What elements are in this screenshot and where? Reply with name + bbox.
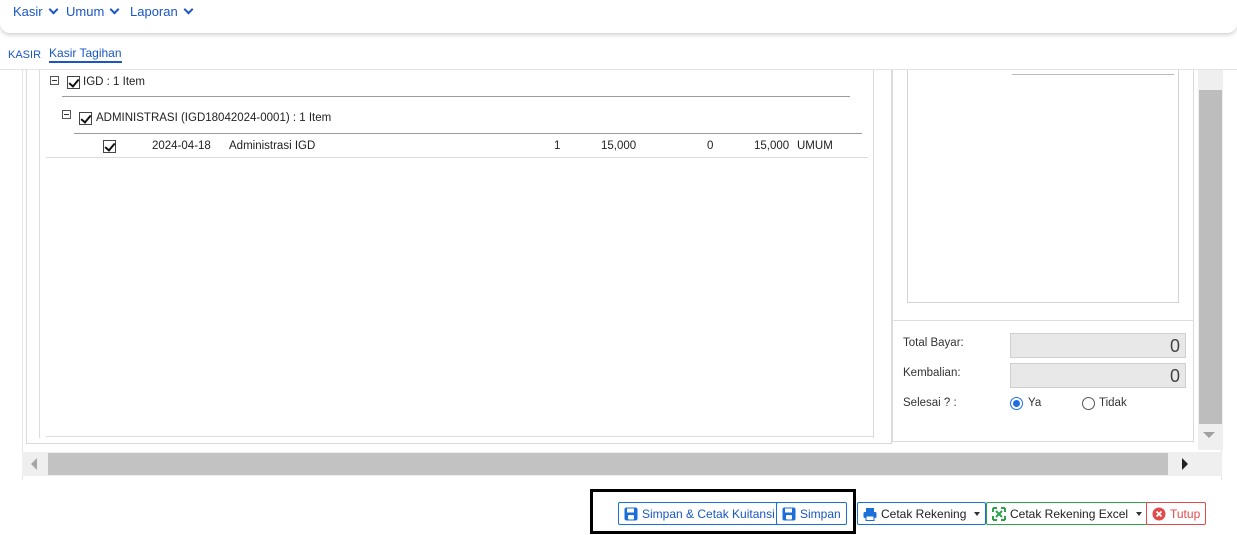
- horizontal-scrollbar-thumb[interactable]: [48, 453, 1168, 475]
- excel-export-icon: [992, 506, 1006, 521]
- scroll-right-arrow-icon[interactable]: [1182, 458, 1188, 470]
- row-date: 2024-04-18: [152, 140, 211, 152]
- chevron-down-icon: [183, 4, 194, 15]
- notes-area[interactable]: [907, 70, 1179, 303]
- row-qty: 1: [554, 140, 561, 152]
- save-icon: [782, 507, 796, 521]
- nav-menu-kasir[interactable]: Kasir: [13, 4, 59, 19]
- top-navigation: Kasir Umum Laporan: [0, 0, 1237, 33]
- selesai-tidak-radio[interactable]: [1082, 397, 1095, 410]
- breadcrumb-root[interactable]: KASIR: [8, 49, 41, 61]
- nav-menu-umum[interactable]: Umum: [66, 4, 120, 19]
- scroll-left-arrow-icon[interactable]: [31, 458, 37, 470]
- notes-field-line: [1012, 74, 1174, 75]
- group-administrasi-divider: [74, 133, 862, 134]
- print-statement-excel-button[interactable]: Cetak Rekening Excel: [986, 502, 1149, 525]
- close-icon: [1152, 507, 1166, 521]
- group-administrasi-checkbox[interactable]: [79, 112, 92, 125]
- selesai-ya-radio[interactable]: [1010, 397, 1023, 410]
- selesai-ya-label: Ya: [1028, 397, 1042, 409]
- save-label: Simpan: [800, 506, 841, 521]
- selesai-tidak-label: Tidak: [1099, 397, 1127, 409]
- chevron-down-icon: [48, 4, 59, 15]
- row-total: 15,000: [754, 140, 790, 152]
- group-igd-checkbox[interactable]: [67, 76, 80, 89]
- save-and-print-receipt-label: Simpan & Cetak Kuitansi: [642, 506, 775, 521]
- nav-menu-umum-label: Umum: [66, 4, 105, 19]
- print-statement-excel-label: Cetak Rekening Excel: [1010, 506, 1129, 521]
- kembalian-field[interactable]: 0: [1010, 363, 1186, 388]
- save-and-print-receipt-button[interactable]: Simpan & Cetak Kuitansi: [618, 502, 781, 525]
- vertical-scrollbar-thumb[interactable]: [1199, 90, 1222, 424]
- dropdown-caret-icon[interactable]: [1136, 511, 1143, 516]
- printer-icon: [863, 507, 877, 521]
- total-bayar-field[interactable]: 0: [1010, 333, 1186, 358]
- total-bayar-label: Total Bayar:: [903, 337, 964, 349]
- scroll-down-arrow-icon[interactable]: [1203, 432, 1215, 438]
- row-checkbox[interactable]: [103, 140, 116, 153]
- chevron-down-icon: [109, 4, 120, 15]
- payment-panel-divider: [892, 320, 1194, 321]
- print-statement-label: Cetak Rekening: [881, 506, 967, 521]
- collapse-group-administrasi-icon[interactable]: [62, 110, 71, 119]
- row-divider: [46, 157, 868, 158]
- save-button[interactable]: Simpan: [776, 502, 847, 525]
- close-label: Tutup: [1170, 506, 1201, 521]
- selesai-label: Selesai ? :: [903, 397, 957, 409]
- row-price: 15,000: [601, 140, 637, 152]
- nav-menu-laporan-label: Laporan: [130, 4, 178, 19]
- nav-menu-kasir-label: Kasir: [13, 4, 43, 19]
- dropdown-caret-icon[interactable]: [974, 511, 981, 516]
- billing-grid-body: [39, 70, 874, 438]
- breadcrumb-current-tab[interactable]: Kasir Tagihan: [49, 46, 122, 63]
- nav-menu-laporan[interactable]: Laporan: [130, 4, 194, 19]
- group-administrasi-label: ADMINISTRASI (IGD18042024-0001) : 1 Item: [96, 112, 332, 124]
- collapse-group-igd-icon[interactable]: [50, 76, 59, 85]
- breadcrumb: KASIR Kasir Tagihan: [8, 46, 122, 63]
- save-icon: [624, 507, 638, 521]
- kembalian-label: Kembalian:: [903, 367, 961, 379]
- grid-bottom-line: [46, 436, 874, 437]
- row-item: Administrasi IGD: [229, 140, 316, 152]
- row-discount: 0: [707, 140, 714, 152]
- group-igd-divider: [62, 96, 850, 97]
- row-payer: UMUM: [797, 140, 833, 152]
- group-igd-label: IGD : 1 Item: [83, 76, 145, 88]
- print-statement-button[interactable]: Cetak Rekening: [857, 502, 987, 525]
- close-button[interactable]: Tutup: [1146, 502, 1207, 525]
